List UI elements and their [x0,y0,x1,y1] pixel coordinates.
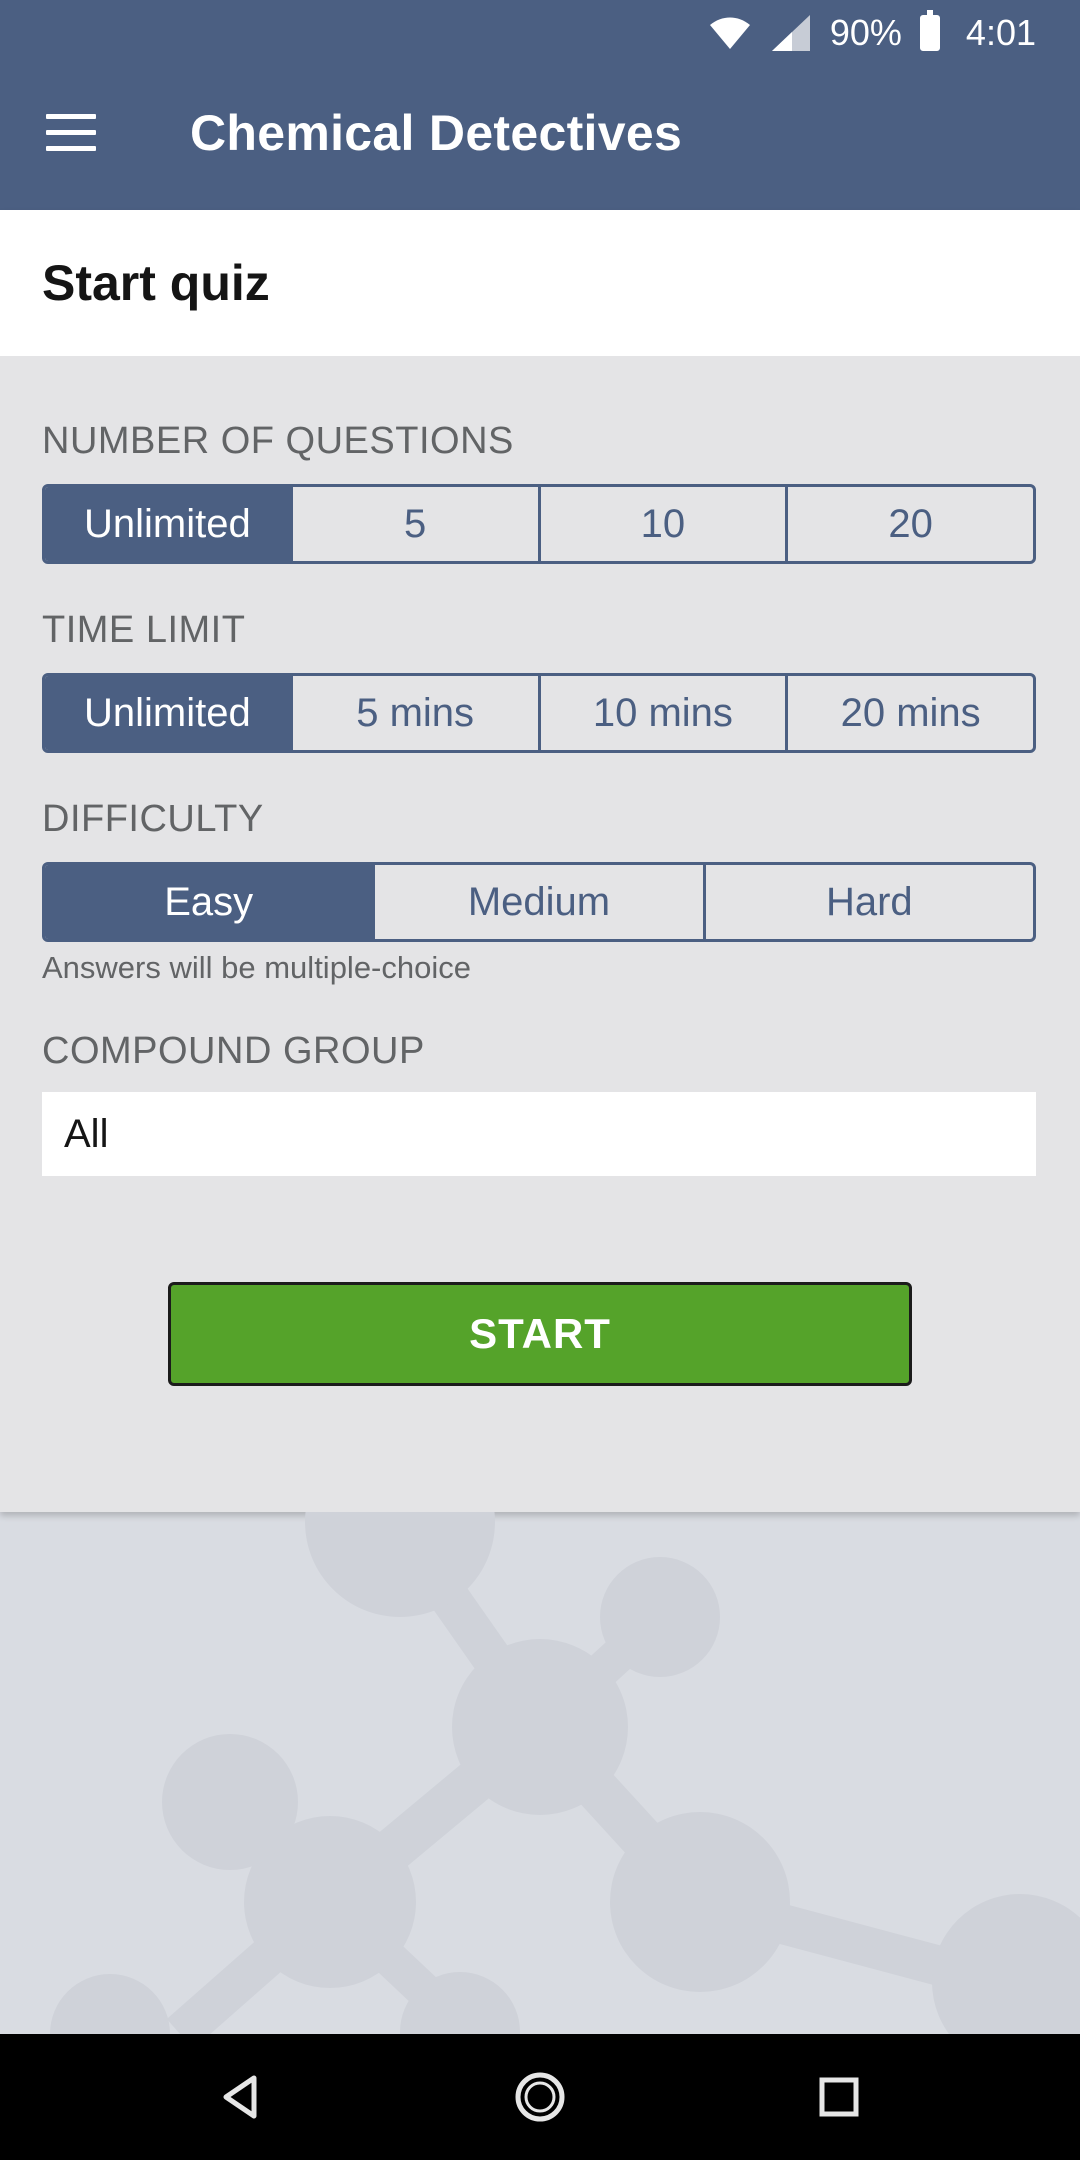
difficulty-hint: Answers will be multiple-choice [42,950,471,985]
compound-group-value: All [64,1111,109,1156]
difficulty-selector: Easy Medium Hard [42,862,1036,942]
questions-selector: Unlimited 5 10 20 [42,484,1036,564]
status-bar: 90% 4:01 [0,0,1080,66]
hamburger-menu-icon[interactable] [46,114,98,154]
time-option-10-mins[interactable]: 10 mins [537,676,786,750]
wifi-icon [709,17,750,49]
time-option-20-mins[interactable]: 20 mins [785,676,1033,750]
back-icon[interactable] [208,2064,274,2130]
start-quiz-card: Start quiz NUMBER OF QUESTIONS Unlimited… [0,210,1080,1512]
header: 90% 4:01 Chemical Detectives [0,0,1080,210]
questions-option-unlimited[interactable]: Unlimited [45,487,290,561]
compound-group-label: COMPOUND GROUP [42,1030,425,1072]
recents-icon[interactable] [806,2064,872,2130]
difficulty-option-medium[interactable]: Medium [372,865,702,939]
questions-option-5[interactable]: 5 [289,487,538,561]
app-title: Chemical Detectives [190,105,683,161]
signal-icon [771,15,810,51]
card-header: Start quiz [0,210,1080,356]
start-button[interactable]: START [168,1282,912,1386]
molecule-background-image [50,1512,1080,2034]
time-limit-selector: Unlimited 5 mins 10 mins 20 mins [42,673,1036,753]
compound-group-select[interactable]: All [42,1092,1036,1176]
battery-percent: 90% [829,12,902,53]
questions-option-20[interactable]: 20 [785,487,1033,561]
battery-icon [919,10,940,51]
app-bar: Chemical Detectives [0,66,1080,210]
questions-label: NUMBER OF QUESTIONS [42,420,514,462]
navigation-bar [0,2034,1080,2160]
card-title: Start quiz [42,255,270,311]
status-icons: 90% 4:01 [708,10,1036,56]
home-icon[interactable] [507,2064,573,2130]
difficulty-label: DIFFICULTY [42,798,264,840]
clock: 4:01 [965,12,1036,53]
difficulty-option-easy[interactable]: Easy [45,865,373,939]
difficulty-option-hard[interactable]: Hard [702,865,1033,939]
time-option-5-mins[interactable]: 5 mins [289,676,538,750]
time-option-unlimited[interactable]: Unlimited [45,676,290,750]
questions-option-10[interactable]: 10 [537,487,786,561]
time-limit-label: TIME LIMIT [42,609,246,651]
